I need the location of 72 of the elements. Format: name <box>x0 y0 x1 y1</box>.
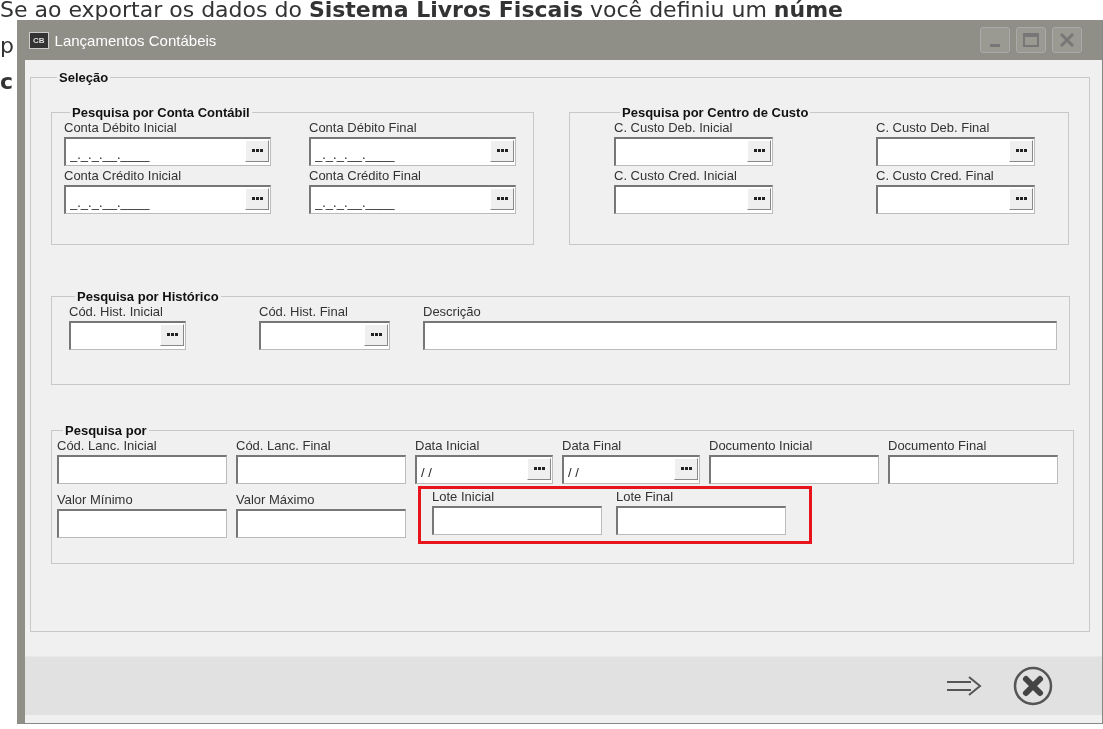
field-label: Data Final <box>562 438 623 453</box>
minimize-icon <box>990 43 1000 47</box>
input-field[interactable]: _._._.__.____ <box>309 185 516 214</box>
field-label: Conta Crédito Inicial <box>64 168 183 183</box>
ellipsis-icon <box>370 333 382 337</box>
lookup-button[interactable] <box>160 324 184 346</box>
field-label: C. Custo Cred. Final <box>876 168 995 183</box>
field-label: Conta Débito Inicial <box>64 120 178 135</box>
ellipsis-icon <box>753 149 765 153</box>
input-field[interactable] <box>616 506 786 535</box>
field-label: Conta Débito Final <box>309 120 418 135</box>
field-label: Valor Mínimo <box>57 492 134 507</box>
lookup-button[interactable] <box>490 140 514 162</box>
field-label: Cód. Lanc. Inicial <box>57 438 158 453</box>
group-title: Pesquisa por Centro de Custo <box>621 105 810 120</box>
ellipsis-icon <box>680 467 692 471</box>
window-title: Lançamentos Contábeis <box>54 31 218 49</box>
input-field[interactable]: _._._.__.____ <box>309 137 516 166</box>
ellipsis-icon <box>496 149 508 153</box>
input-field[interactable] <box>236 455 406 484</box>
background-text: p <box>0 33 14 58</box>
input-field[interactable]: _._._.__.____ <box>64 137 271 166</box>
field-label: C. Custo Deb. Inicial <box>614 120 734 135</box>
ellipsis-icon <box>1015 149 1027 153</box>
ellipsis-icon <box>753 197 765 201</box>
cancel-button[interactable] <box>1013 666 1053 706</box>
input-field[interactable] <box>57 455 227 484</box>
lookup-button[interactable] <box>245 188 269 210</box>
ellipsis-icon <box>1015 197 1027 201</box>
field-label: Cód. Hist. Inicial <box>69 304 164 319</box>
input-field[interactable]: _._._.__.____ <box>64 185 271 214</box>
field-label: C. Custo Cred. Inicial <box>614 168 738 183</box>
field-label: Documento Final <box>888 438 988 453</box>
field-label: Lote Final <box>616 489 675 504</box>
lookup-button[interactable] <box>747 188 771 210</box>
lookup-button[interactable] <box>674 458 698 480</box>
ellipsis-icon <box>496 197 508 201</box>
ellipsis-icon <box>251 149 263 153</box>
field-label: Conta Crédito Final <box>309 168 422 183</box>
input-field[interactable] <box>423 321 1057 350</box>
group-title: Seleção <box>58 70 110 85</box>
input-field[interactable] <box>57 509 227 538</box>
field-label: Documento Inicial <box>709 438 814 453</box>
group-title: Pesquisa por <box>64 423 148 438</box>
field-label: C. Custo Deb. Final <box>876 120 991 135</box>
field-label: Cód. Lanc. Final <box>236 438 332 453</box>
group-title: Pesquisa por Histórico <box>76 289 220 304</box>
field-label: Lote Inicial <box>432 489 496 504</box>
lookup-button[interactable] <box>1009 140 1033 162</box>
ellipsis-icon <box>166 333 178 337</box>
field-label: Valor Máximo <box>236 492 316 507</box>
field-label: Cód. Hist. Final <box>259 304 349 319</box>
input-field[interactable] <box>432 506 602 535</box>
lookup-button[interactable] <box>1009 188 1033 210</box>
ellipsis-icon <box>251 197 263 201</box>
field-label: Descrição <box>423 304 482 319</box>
lookup-button[interactable] <box>490 188 514 210</box>
app-icon: CB <box>29 31 49 49</box>
input-field[interactable] <box>236 509 406 538</box>
lookup-button[interactable] <box>527 458 551 480</box>
background-text: c <box>0 69 14 94</box>
lookup-button[interactable] <box>364 324 388 346</box>
group-title: Pesquisa por Conta Contábil <box>71 105 251 120</box>
input-field[interactable] <box>888 455 1058 484</box>
lookup-button[interactable] <box>747 140 771 162</box>
background-text: Se ao exportar os dados do Sistema Livros Fiscais você definiu um núme <box>0 0 844 22</box>
ellipsis-icon <box>533 467 545 471</box>
input-field[interactable] <box>709 455 879 484</box>
maximize-icon <box>1023 33 1039 47</box>
field-label: Data Inicial <box>415 438 481 453</box>
lookup-button[interactable] <box>245 140 269 162</box>
close-icon <box>1060 33 1074 47</box>
